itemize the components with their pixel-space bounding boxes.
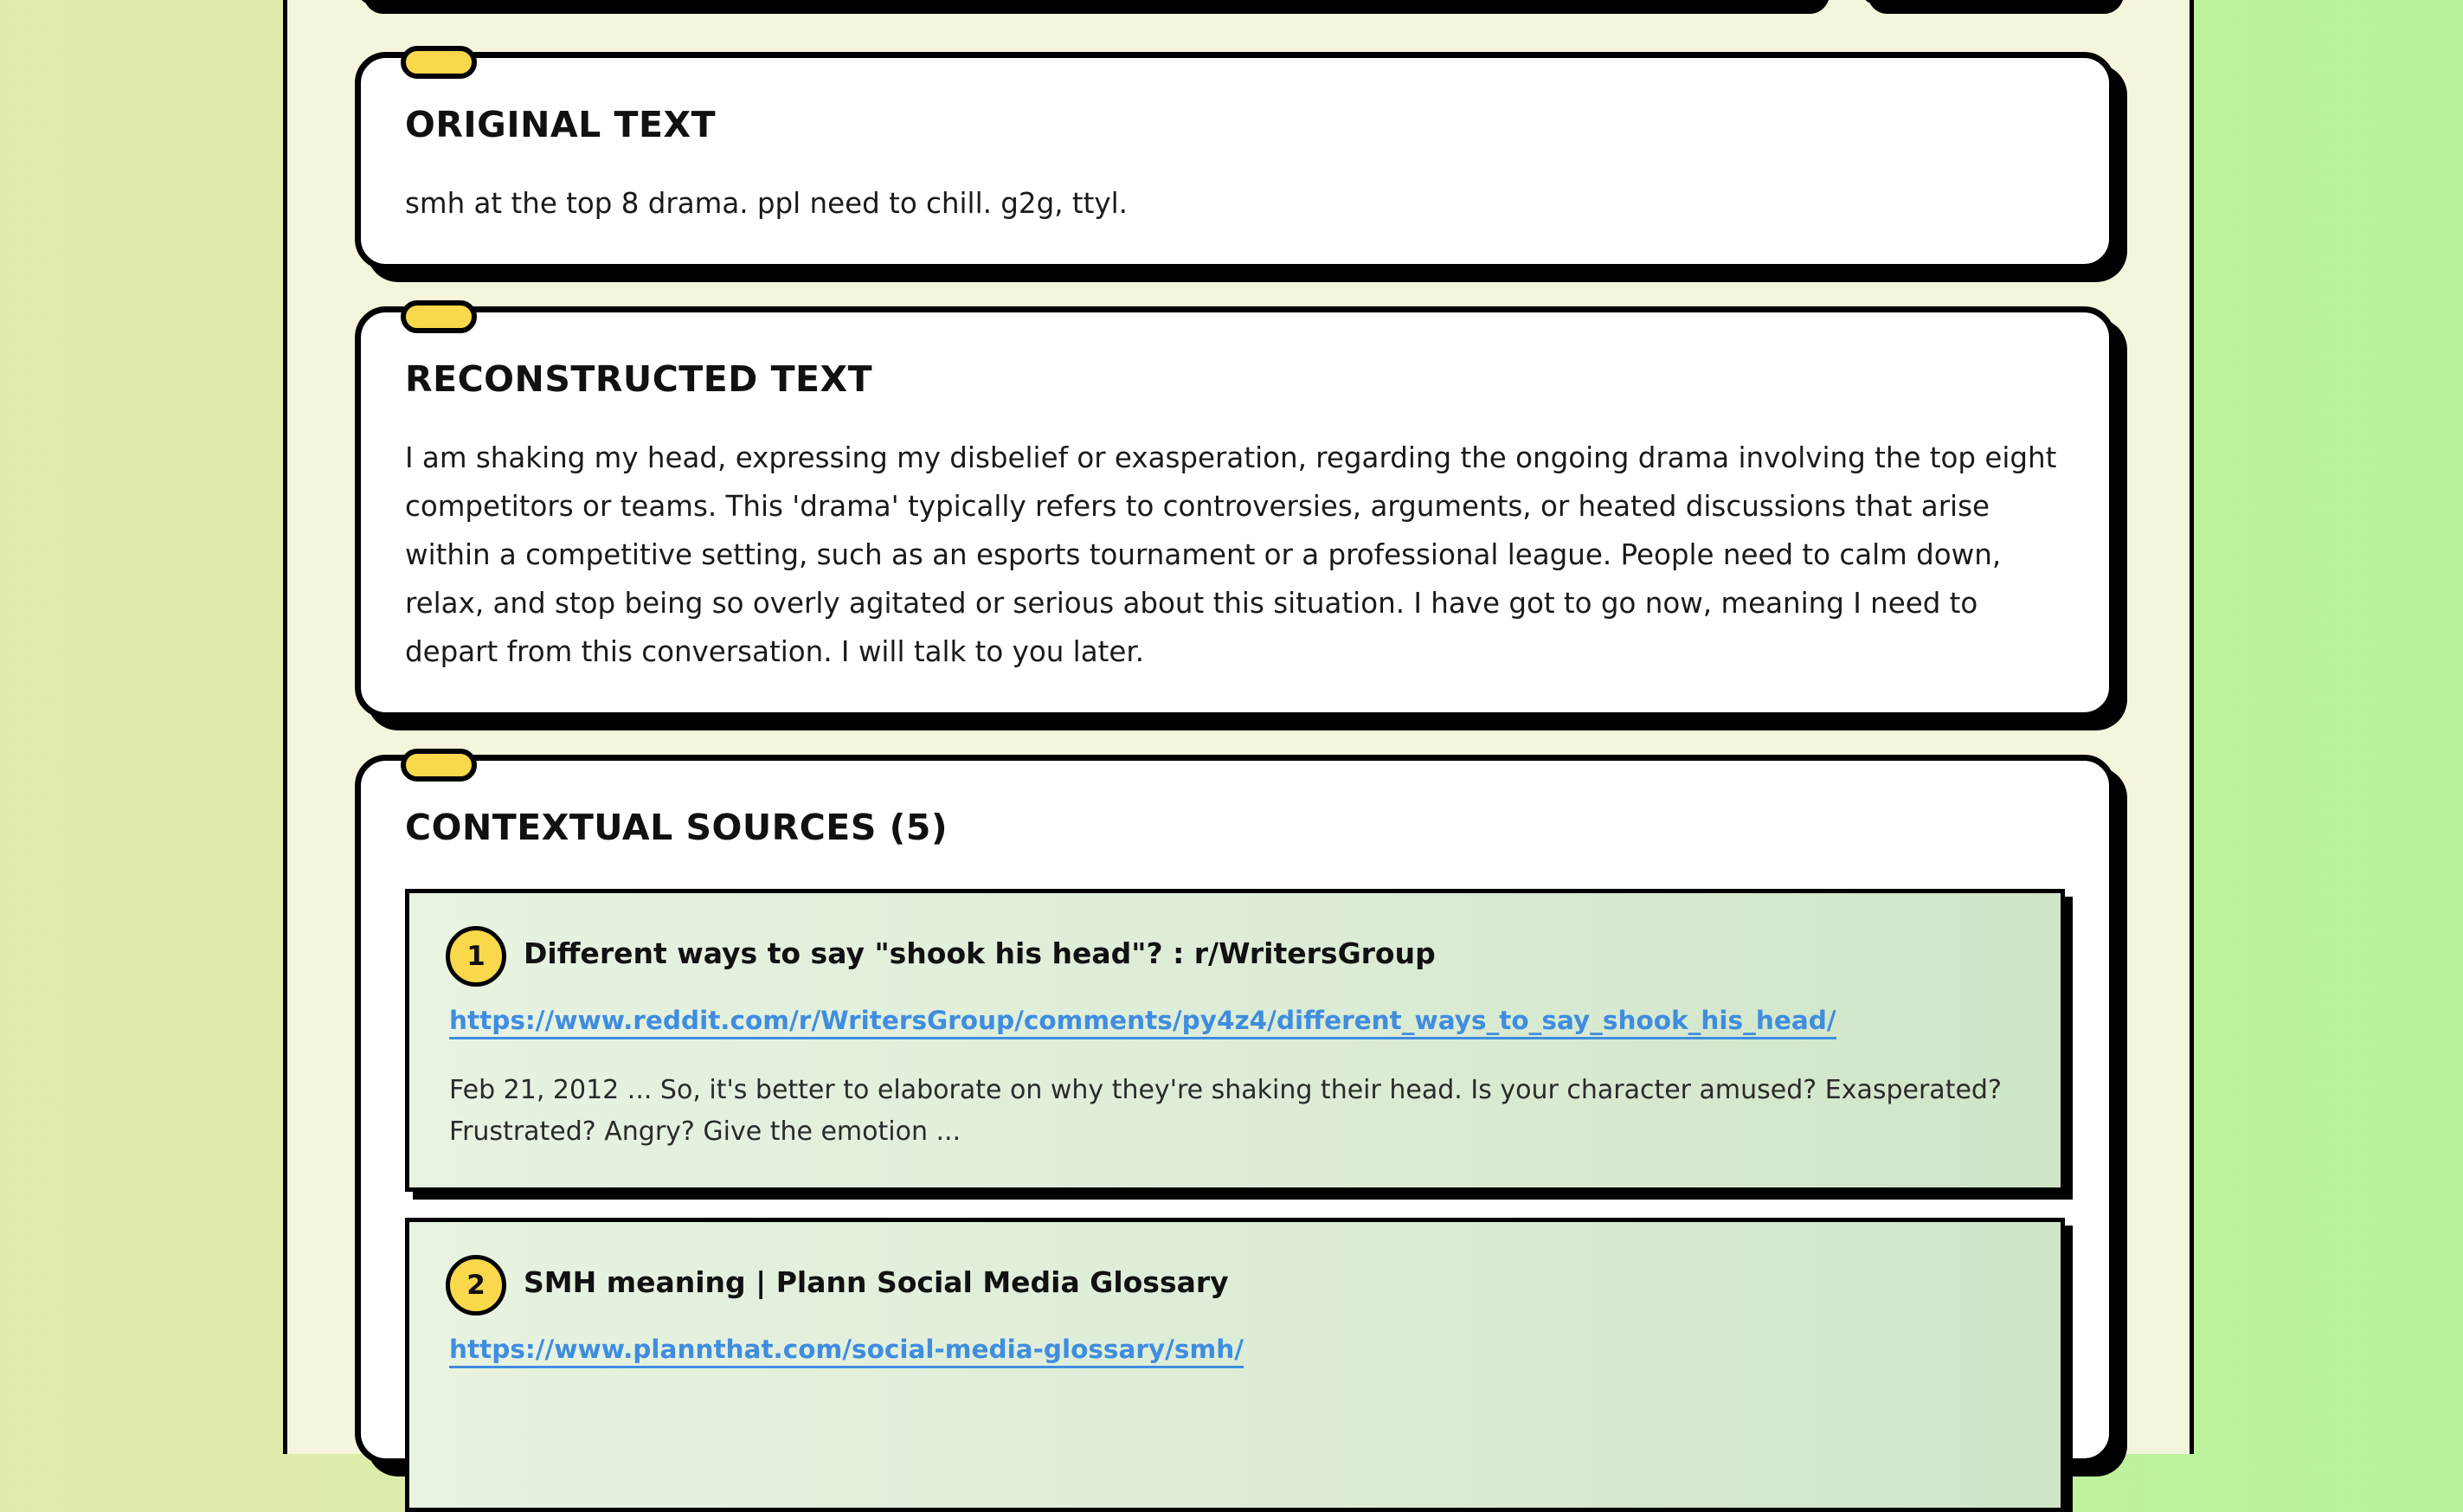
card-tab-decoration — [401, 300, 477, 333]
reconstructed-text-body: I am shaking my head, expressing my disb… — [405, 441, 2057, 668]
source-snippet: Feb 21, 2012 ... So, it's better to elab… — [449, 1075, 2002, 1147]
card-tab-decoration — [401, 749, 477, 782]
contextual-sources-card: CONTEXTUAL SOURCES (5) 1 Different ways … — [355, 749, 2115, 1512]
source-link[interactable]: https://www.reddit.com/r/WritersGroup/co… — [449, 1006, 1836, 1039]
source-link[interactable]: https://www.plannthat.com/social-media-g… — [449, 1335, 1244, 1368]
source-item: 2 SMH meaning | Plann Social Media Gloss… — [405, 1218, 2065, 1512]
contextual-sources-title: CONTEXTUAL SOURCES (5) — [405, 807, 949, 848]
source-title: SMH meaning | Plann Social Media Glossar… — [524, 1265, 1229, 1299]
source-title: Different ways to say "shook his head"? … — [524, 936, 1436, 970]
source-item: 1 Different ways to say "shook his head"… — [405, 889, 2065, 1192]
reconstructed-text-card: RECONSTRUCTED TEXT I am shaking my head,… — [355, 300, 2115, 718]
previous-card-edge — [355, 0, 1821, 5]
source-number-badge: 1 — [446, 926, 506, 987]
source-number-badge: 2 — [446, 1255, 506, 1316]
card-tab-decoration — [401, 46, 477, 79]
original-text-card: ORIGINAL TEXT smh at the top 8 drama. pp… — [355, 46, 2115, 270]
reconstructed-text-title: RECONSTRUCTED TEXT — [405, 358, 873, 400]
original-text-title: ORIGINAL TEXT — [405, 104, 717, 145]
original-text-body: smh at the top 8 drama. ppl need to chil… — [405, 187, 1128, 220]
previous-card-edge-right — [1859, 0, 2115, 5]
